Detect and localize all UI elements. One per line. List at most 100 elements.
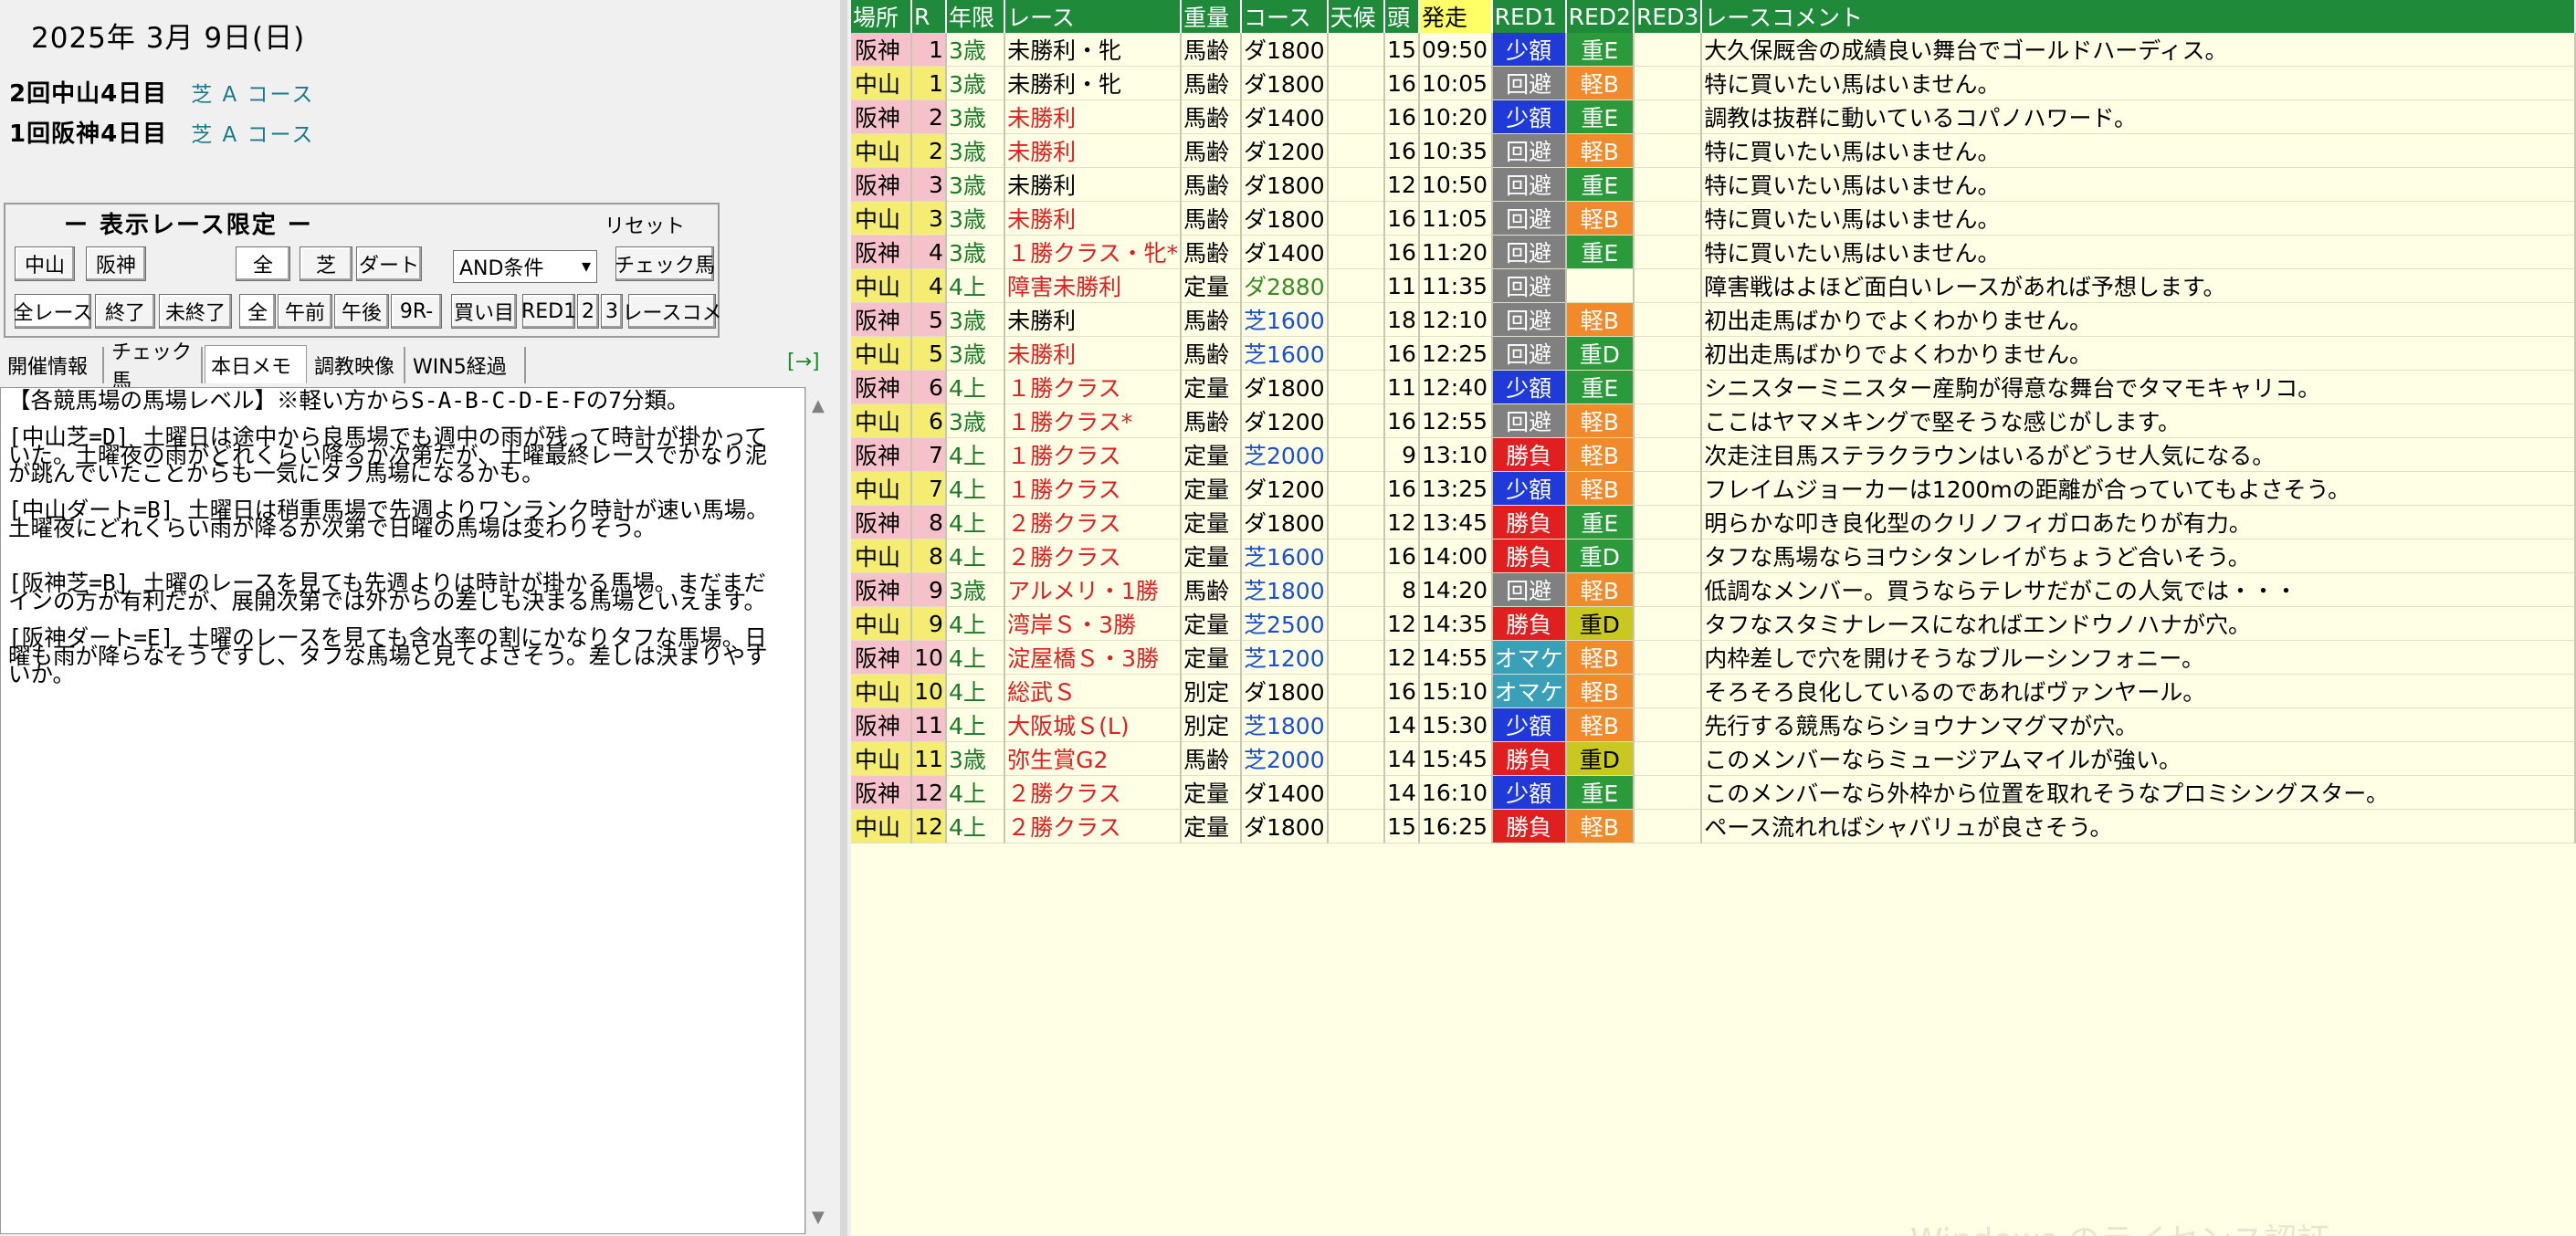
meeting-hanshin: 1回阪神4日目芝 A コース xyxy=(9,115,314,149)
cell-heads: 12 xyxy=(1384,640,1420,675)
tab-meeting-info[interactable]: 開催情報 xyxy=(2,347,104,383)
table-row[interactable]: 中山 4 4上 障害未勝利 定量 ダ2880 11 11:35 回避 障害戦はよほど面白いレースが… xyxy=(851,268,2576,303)
cell-weight: 定量 xyxy=(1181,268,1242,303)
cell-weight: 定量 xyxy=(1181,505,1242,539)
cell-start-time: 14:00 xyxy=(1418,539,1493,573)
table-row[interactable]: 中山 9 4上 湾岸Ｓ・3勝 定量 芝2500 12 14:35 勝負 重D タフなスタミナレースに… xyxy=(851,606,2576,641)
cell-weather xyxy=(1327,640,1386,675)
cell-start-time: 12:55 xyxy=(1418,403,1493,438)
pm-button[interactable]: 午後 xyxy=(334,294,389,329)
mark3-button[interactable]: 3 xyxy=(601,294,623,329)
buy-button[interactable]: 買い目 xyxy=(451,294,517,329)
table-row[interactable]: 中山 8 4上 ２勝クラス 定量 芝1600 16 14:00 勝負 重D タフな馬場ならヨウシタン… xyxy=(851,539,2576,573)
col-weather[interactable]: 天候 xyxy=(1327,0,1386,33)
turf-button[interactable]: 芝 xyxy=(300,246,352,281)
all-time-button[interactable]: 全 xyxy=(239,294,276,329)
cell-race-no: 10 xyxy=(911,674,947,708)
finished-button[interactable]: 終了 xyxy=(95,294,155,329)
table-row[interactable]: 中山 12 4上 ２勝クラス 定量 ダ1800 15 16:25 勝負 軽B ペース流れればシャバリ… xyxy=(851,809,2576,843)
tab-today-memo[interactable]: 本日メモ xyxy=(205,345,307,383)
table-row[interactable]: 中山 2 3歳 未勝利 馬齢 ダ1200 16 10:35 回避 軽B 特に買いたい馬はいません。 xyxy=(851,133,2576,168)
col-weight[interactable]: 重量 xyxy=(1181,0,1242,33)
race-comment-button[interactable]: レースコメ xyxy=(623,294,721,329)
table-row[interactable]: 中山 6 3歳 １勝クラス* 馬齢 ダ1200 16 12:55 回避 軽B ここはヤマメキングで堅… xyxy=(851,403,2576,438)
cell-weather xyxy=(1327,674,1386,708)
condition-select[interactable]: AND条件 ▾ xyxy=(453,250,597,283)
col-heads[interactable]: 頭 xyxy=(1384,0,1420,33)
table-row[interactable]: 阪神 10 4上 淀屋橋Ｓ・3勝 定量 芝1200 12 14:55 オマケ 軽B 内枠差しで穴を開… xyxy=(851,640,2576,675)
cell-place: 中山 xyxy=(851,741,912,776)
table-row[interactable]: 中山 10 4上 総武Ｓ 別定 ダ1800 16 15:10 オマケ 軽B そろそろ良化しているので… xyxy=(851,674,2576,708)
col-course[interactable]: コース xyxy=(1240,0,1329,33)
table-row[interactable]: 阪神 3 3歳 未勝利 馬齢 ダ1800 12 10:50 回避 重E 特に買いたい馬はいません。 xyxy=(851,167,2576,202)
unfinished-button[interactable]: 未終了 xyxy=(159,294,232,329)
tab-bar: 開催情報 チェック馬 本日メモ 調教映像 WIN5経過 [→] xyxy=(0,341,840,393)
tab-win5[interactable]: WIN5経過 xyxy=(407,347,526,383)
cell-course: 芝2000 xyxy=(1240,437,1329,472)
cell-heads: 16 xyxy=(1384,403,1420,438)
cell-start-time: 12:25 xyxy=(1418,336,1493,371)
col-mark1[interactable]: RED1 xyxy=(1491,0,1567,33)
cell-heads: 18 xyxy=(1384,302,1420,337)
cell-place: 中山 xyxy=(851,471,912,506)
col-mark2[interactable]: RED2 xyxy=(1565,0,1635,33)
nakayama-button[interactable]: 中山 xyxy=(15,246,75,281)
table-row[interactable]: 阪神 4 3歳 １勝クラス・牝* 馬齢 ダ1400 16 11:20 回避 重E 特に買いたい馬はい… xyxy=(851,235,2576,269)
cell-heads: 11 xyxy=(1384,370,1420,404)
expand-arrow-icon[interactable]: [→] xyxy=(787,351,820,373)
col-start-time[interactable]: 発走 xyxy=(1418,0,1493,33)
table-row[interactable]: 阪神 12 4上 ２勝クラス 定量 ダ1400 14 16:10 少額 重E このメンバーなら外枠か… xyxy=(851,775,2576,810)
pane-splitter[interactable] xyxy=(840,0,847,1236)
cell-race-no: 8 xyxy=(911,505,947,539)
table-row[interactable]: 中山 7 4上 １勝クラス 定量 ダ1200 16 13:25 少額 軽B フレイムジョーカーは12… xyxy=(851,471,2576,506)
scroll-down-icon[interactable]: ▼ xyxy=(812,1208,825,1227)
mark1-button[interactable]: RED1 xyxy=(521,294,576,329)
scroll-up-icon[interactable]: ▲ xyxy=(812,396,825,415)
chevron-down-icon: ▾ xyxy=(581,255,591,277)
memo-scrollbar[interactable]: ▲ ▼ xyxy=(805,387,836,1234)
col-comment[interactable]: レースコメント xyxy=(1701,0,2576,33)
table-row[interactable]: 阪神 7 4上 １勝クラス 定量 芝2000 9 13:10 勝負 軽B 次走注目馬ステラクラウンは… xyxy=(851,437,2576,472)
cell-weather xyxy=(1327,370,1386,404)
am-button[interactable]: 午前 xyxy=(278,294,332,329)
table-row[interactable]: 阪神 11 4上 大阪城Ｓ(L) 別定 芝1800 14 15:30 少額 軽B 先行する競馬ならシ… xyxy=(851,707,2576,742)
table-row[interactable]: 阪神 6 4上 １勝クラス 定量 ダ1800 11 12:40 少額 重E シニスターミニスター産駒… xyxy=(851,370,2576,404)
dirt-button[interactable]: ダート xyxy=(356,246,422,281)
cell-mark3 xyxy=(1633,100,1703,134)
table-row[interactable]: 中山 5 3歳 未勝利 馬齢 芝1600 16 12:25 回避 重D 初出走馬ばかりでよくわかりま… xyxy=(851,336,2576,371)
table-row[interactable]: 中山 3 3歳 未勝利 馬齢 ダ1800 16 11:05 回避 軽B 特に買いたい馬はいません。 xyxy=(851,201,2576,236)
col-race-no[interactable]: R xyxy=(911,0,947,33)
cell-mark3 xyxy=(1633,707,1703,742)
check-horse-button[interactable]: チェック馬 xyxy=(615,246,715,281)
col-mark3[interactable]: RED3 xyxy=(1633,0,1703,33)
cell-weight: 定量 xyxy=(1181,775,1242,810)
cell-start-time: 10:05 xyxy=(1418,66,1493,100)
reset-button[interactable]: リセット xyxy=(605,210,685,239)
table-row[interactable]: 阪神 9 3歳 アルメリ・1勝 馬齢 芝1800 8 14:20 回避 軽B 低調なメンバー。買うな… xyxy=(851,572,2576,607)
table-row[interactable]: 中山 11 3歳 弥生賞G2 馬齢 芝2000 14 15:45 勝負 重D このメンバーならミュー… xyxy=(851,741,2576,776)
cell-comment: 初出走馬ばかりでよくわかりません。 xyxy=(1701,302,2576,337)
cell-age: 4上 xyxy=(945,674,1006,708)
all-race-button[interactable]: 全レース xyxy=(14,294,92,329)
mark2-button[interactable]: 2 xyxy=(577,294,599,329)
cell-mark2: 重E xyxy=(1565,167,1635,202)
race9-button[interactable]: 9R- xyxy=(391,294,442,329)
table-row[interactable]: 阪神 5 3歳 未勝利 馬齢 芝1600 18 12:10 回避 軽B 初出走馬ばかりでよくわかりま… xyxy=(851,302,2576,337)
table-row[interactable]: 阪神 1 3歳 未勝利・牝 馬齢 ダ1800 15 09:50 少額 重E 大久保厩舎の成績良い舞台… xyxy=(851,33,2576,67)
col-place[interactable]: 場所 xyxy=(851,0,912,33)
table-row[interactable]: 阪神 8 4上 ２勝クラス 定量 ダ1800 12 13:45 勝負 重E 明らかな叩き良化型のクリ… xyxy=(851,505,2576,539)
race-table: 場所 R 年限 レース 重量 コース 天候 頭 発走 RED1 RED2 RED… xyxy=(851,0,2576,843)
table-row[interactable]: 中山 1 3歳 未勝利・牝 馬齢 ダ1800 16 10:05 回避 軽B 特に買いたい馬はいません… xyxy=(851,66,2576,100)
hanshin-button[interactable]: 阪神 xyxy=(86,246,146,281)
table-row[interactable]: 阪神 2 3歳 未勝利 馬齢 ダ1400 16 10:20 少額 重E 調教は抜群に動いているコパノ… xyxy=(851,100,2576,134)
memo-textarea[interactable]: 【各競馬場の馬場レベル】※軽い方からS-A-B-C-D-E-Fの7分類。 [中山… xyxy=(0,387,805,1234)
cell-comment: そろそろ良化しているのであればヴァンヤール。 xyxy=(1701,674,2576,708)
cell-course: ダ1800 xyxy=(1240,674,1329,708)
cell-race-name: １勝クラス xyxy=(1004,471,1183,506)
tab-training-video[interactable]: 調教映像 xyxy=(309,347,405,383)
all-surface-button[interactable]: 全 xyxy=(236,246,290,281)
cell-race-no: 12 xyxy=(911,775,947,810)
col-age[interactable]: 年限 xyxy=(945,0,1006,33)
tab-check-horse[interactable]: チェック馬 xyxy=(106,341,203,393)
col-race[interactable]: レース xyxy=(1004,0,1183,33)
